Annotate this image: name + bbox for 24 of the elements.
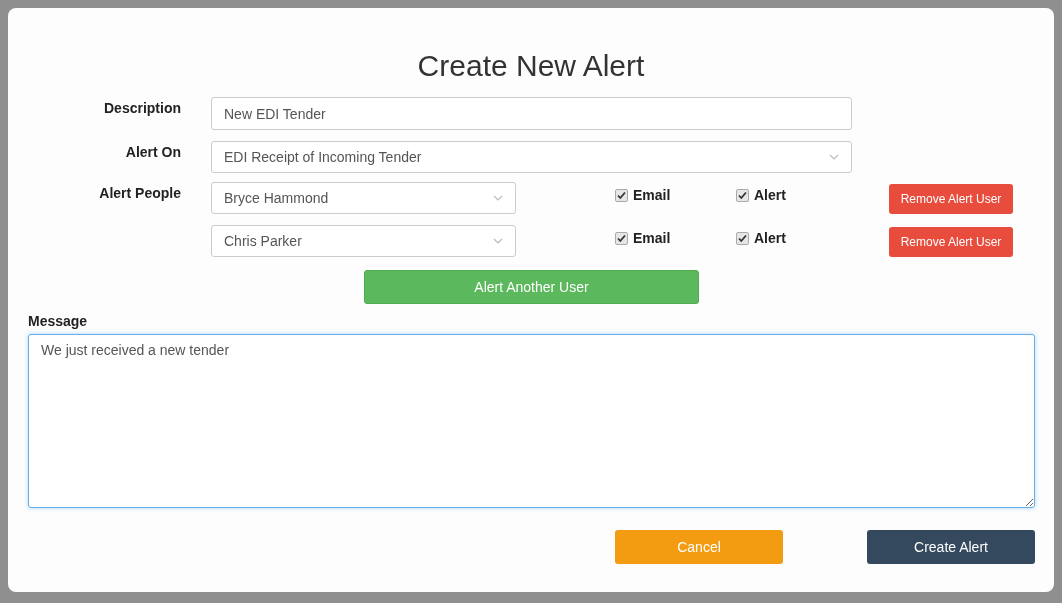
checkbox-label: Email (633, 187, 671, 203)
person-dropdown[interactable]: Bryce Hammond (211, 182, 516, 214)
chevron-down-icon (829, 154, 839, 160)
create-alert-button[interactable]: Create Alert (867, 530, 1035, 564)
alert-checkbox[interactable] (736, 188, 749, 202)
alert-on-dropdown[interactable]: EDI Receipt of Incoming Tender (211, 141, 852, 173)
field-label: Alert People (98, 184, 181, 201)
chevron-down-icon (493, 195, 503, 201)
field-label: Alert On (124, 143, 181, 160)
remove-user-button[interactable]: Remove Alert User (889, 227, 1013, 257)
dialog-title: Create New Alert (416, 48, 646, 84)
checkbox-label: Email (633, 230, 671, 246)
alert-checkbox[interactable] (736, 231, 749, 245)
checkbox-label: Alert (754, 230, 786, 246)
person-dropdown[interactable]: Chris Parker (211, 225, 516, 257)
message-label: Message (28, 313, 89, 329)
field-label: Description (103, 99, 181, 116)
remove-user-button[interactable]: Remove Alert User (889, 184, 1013, 214)
email-checkbox[interactable] (615, 231, 628, 245)
description-field[interactable]: New EDI Tender (211, 97, 852, 130)
chevron-down-icon (493, 238, 503, 244)
email-checkbox[interactable] (615, 188, 628, 202)
checkbox-label: Alert (754, 187, 786, 203)
message-field[interactable]: We just received a new tender (28, 334, 1035, 508)
